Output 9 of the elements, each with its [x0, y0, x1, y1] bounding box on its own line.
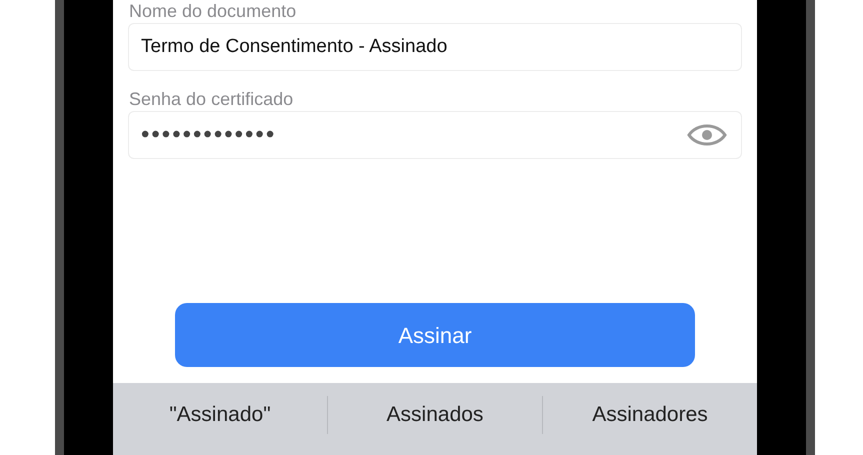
- suggestion-item[interactable]: "Assinado": [169, 399, 271, 431]
- field-label: Senha do certificado: [128, 89, 294, 109]
- field-label: Nome do documento: [128, 1, 298, 21]
- sign-button[interactable]: Assinar: [175, 303, 695, 367]
- input-field[interactable]: Termo de Consentimento - Assinado: [128, 23, 742, 71]
- suggestion-item[interactable]: Assinados: [386, 399, 484, 431]
- eye-icon[interactable]: [687, 122, 727, 148]
- password-field[interactable]: •••••••••••••: [128, 111, 742, 159]
- suggestion-item[interactable]: Assinadores: [592, 399, 708, 431]
